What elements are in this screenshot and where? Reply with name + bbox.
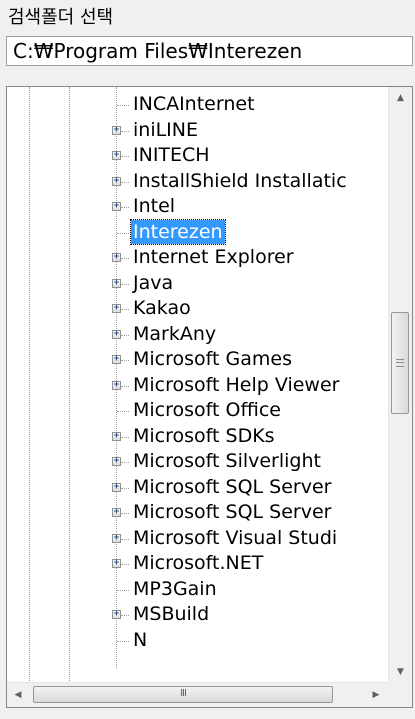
expand-plus-icon[interactable]: + — [112, 457, 121, 466]
tree-item-label[interactable]: MarkAny — [131, 322, 218, 346]
tree-connector-line — [121, 538, 129, 540]
tree-item[interactable]: + Intel — [7, 194, 387, 218]
tree-connector-line — [121, 258, 129, 259]
tree-item-label[interactable]: Microsoft Silverlight — [131, 449, 323, 473]
tree-connector-line — [121, 615, 129, 616]
tree-item[interactable]: + MSBuild — [7, 602, 387, 626]
expand-plus-icon[interactable]: + — [112, 176, 121, 186]
search-folder-label: 검색폴더 선택 — [8, 7, 114, 28]
tree-item[interactable]: INCAInternet — [7, 92, 387, 116]
tree-item[interactable]: + Microsoft Games — [7, 347, 387, 371]
tree-item[interactable]: Microsoft Office — [7, 398, 387, 422]
tree-item[interactable]: + Microsoft SDKs — [7, 424, 387, 448]
tree-connector-line — [121, 385, 129, 387]
tree-item-label[interactable]: Kakao — [131, 296, 193, 320]
tree-item-label[interactable]: Internet Explorer — [131, 245, 296, 269]
tree-item-label[interactable]: INCAInternet — [131, 92, 257, 116]
tree-item-label[interactable]: InstallShield Installatic — [131, 169, 349, 193]
tree-connector-line — [117, 105, 129, 106]
tree-item[interactable]: + Internet Explorer — [7, 245, 387, 269]
expand-plus-icon[interactable]: + — [112, 125, 121, 135]
tree-connector-line — [121, 487, 129, 489]
folder-path-field[interactable]: C:₩Program Files₩Interezen — [6, 36, 413, 66]
tree-item[interactable]: + Microsoft Help Viewer — [7, 373, 387, 397]
tree-item-label[interactable]: INITECH — [131, 143, 212, 167]
expand-plus-icon[interactable]: + — [112, 151, 121, 160]
tree-item-label[interactable]: MSBuild — [131, 602, 211, 626]
tree-item-label[interactable]: MP3Gain — [131, 577, 219, 601]
folder-select-panel: 검색폴더 선택 C:₩Program Files₩Interezen INCAI… — [0, 0, 415, 719]
tree-connector-line — [117, 232, 129, 234]
vertical-scroll-thumb[interactable] — [391, 311, 409, 414]
expand-plus-icon[interactable]: + — [112, 253, 121, 262]
tree-item[interactable]: + Microsoft SQL Server — [7, 500, 387, 524]
tree-item-label[interactable]: N — [131, 628, 149, 652]
expand-plus-icon[interactable]: + — [112, 202, 121, 211]
tree-item[interactable]: + MarkAny — [7, 322, 387, 346]
tree-item-label[interactable]: Microsoft Visual Studi — [131, 526, 339, 550]
tree-item-label[interactable]: Microsoft SQL Server — [131, 475, 333, 499]
tree-item-label[interactable]: iniLINE — [131, 118, 200, 142]
tree-item-label[interactable]: Microsoft Help Viewer — [131, 373, 341, 397]
tree-connector-line — [117, 411, 129, 412]
folder-tree-viewport: INCAInternet + iniLINE + INITECH + InstallShie… — [7, 87, 389, 683]
tree-connector-line — [121, 360, 129, 361]
tree-item-label-selected[interactable]: Interezen — [130, 218, 226, 245]
tree-connector-line — [121, 207, 129, 208]
expand-plus-icon[interactable]: + — [112, 278, 121, 288]
tree-connector-line — [121, 462, 129, 463]
tree-connector-line — [121, 130, 129, 132]
expand-plus-icon[interactable]: + — [112, 329, 121, 339]
grip-icon — [396, 358, 404, 367]
scroll-left-arrow-icon[interactable]: ◀ — [7, 683, 29, 707]
tree-item-label[interactable]: Microsoft Office — [131, 398, 283, 422]
expand-plus-icon[interactable]: + — [112, 533, 121, 543]
tree-item[interactable]: + InstallShield Installatic — [7, 169, 387, 193]
tree-item-label[interactable]: Microsoft SQL Server — [131, 500, 333, 524]
tree-item[interactable]: Interezen — [7, 218, 387, 245]
tree-connector-line — [121, 513, 129, 514]
tree-connector-line — [121, 309, 129, 310]
tree-item[interactable]: + Microsoft Visual Studi — [7, 526, 387, 550]
vertical-scrollbar[interactable]: ▲ ▼ — [388, 87, 412, 683]
expand-plus-icon[interactable]: + — [112, 508, 121, 517]
tree-item-label[interactable]: Microsoft SDKs — [131, 424, 277, 448]
expand-plus-icon[interactable]: + — [112, 482, 121, 492]
tree-item-label[interactable]: Intel — [131, 194, 177, 218]
scroll-right-arrow-icon[interactable]: ▶ — [365, 683, 387, 707]
horizontal-scroll-thumb[interactable]: III — [33, 686, 333, 703]
expand-plus-icon[interactable]: + — [112, 431, 121, 441]
scroll-up-arrow-icon[interactable]: ▲ — [389, 87, 412, 109]
expand-plus-icon[interactable]: + — [112, 559, 121, 568]
tree-connector-line — [121, 156, 129, 157]
folder-tree[interactable]: INCAInternet + iniLINE + INITECH + InstallShie… — [6, 86, 413, 708]
tree-item-label[interactable]: Microsoft.NET — [131, 551, 265, 575]
tree-item[interactable]: + Kakao — [7, 296, 387, 320]
tree-connector-line — [121, 334, 129, 336]
horizontal-scrollbar[interactable]: ◀ III ▶ — [7, 682, 389, 707]
tree-item[interactable]: N — [7, 628, 387, 652]
tree-item[interactable]: + Microsoft Silverlight — [7, 449, 387, 473]
expand-plus-icon[interactable]: + — [112, 610, 121, 619]
tree-connector-line — [121, 283, 129, 285]
expand-plus-icon[interactable]: + — [112, 380, 121, 390]
tree-connector-line — [117, 589, 129, 591]
tree-item[interactable]: + Microsoft.NET — [7, 551, 387, 575]
tree-connector-line — [121, 436, 129, 438]
tree-connector-line — [121, 564, 129, 565]
tree-item[interactable]: + INITECH — [7, 143, 387, 167]
tree-item[interactable]: MP3Gain — [7, 577, 387, 601]
tree-connector-line — [121, 181, 129, 183]
tree-item-label[interactable]: Microsoft Games — [131, 347, 294, 371]
tree-item[interactable]: + Microsoft SQL Server — [7, 475, 387, 499]
scroll-down-arrow-icon[interactable]: ▼ — [389, 661, 412, 683]
tree-item[interactable]: + iniLINE — [7, 118, 387, 142]
scrollbar-corner — [389, 683, 412, 707]
tree-connector-line — [117, 640, 129, 642]
tree-item[interactable]: + Java — [7, 271, 387, 295]
tree-item-label[interactable]: Java — [131, 271, 175, 295]
expand-plus-icon[interactable]: + — [112, 355, 121, 364]
expand-plus-icon[interactable]: + — [112, 304, 121, 313]
